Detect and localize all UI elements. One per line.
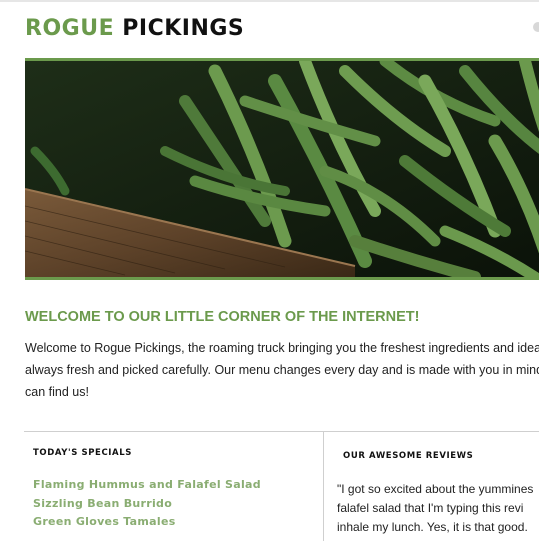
welcome-text: Welcome to Rogue Pickings, the roaming t… [25, 341, 539, 399]
hero-image [25, 58, 539, 280]
logo-part-rogue: ROGUE [25, 16, 115, 41]
review-text: "I got so excited about the yummines fal… [337, 482, 534, 534]
column-divider [323, 431, 324, 541]
special-item[interactable]: Sizzling Bean Burrido [33, 495, 261, 514]
specials-heading: TODAY'S SPECIALS [33, 448, 132, 458]
site-logo[interactable]: ROGUE PICKINGS [25, 16, 244, 41]
menu-icon[interactable] [533, 22, 539, 32]
special-item[interactable]: Green Gloves Tamales [33, 513, 261, 532]
special-item[interactable]: Flaming Hummus and Falafel Salad [33, 476, 261, 495]
specials-list: Flaming Hummus and Falafel Salad Sizzlin… [33, 476, 261, 532]
logo-part-pickings: PICKINGS [122, 16, 245, 41]
section-divider [24, 431, 539, 432]
welcome-title: WELCOME TO OUR LITTLE CORNER OF THE INTE… [25, 309, 420, 325]
top-border [0, 0, 539, 2]
reviews-heading: OUR AWESOME REVIEWS [343, 451, 474, 461]
